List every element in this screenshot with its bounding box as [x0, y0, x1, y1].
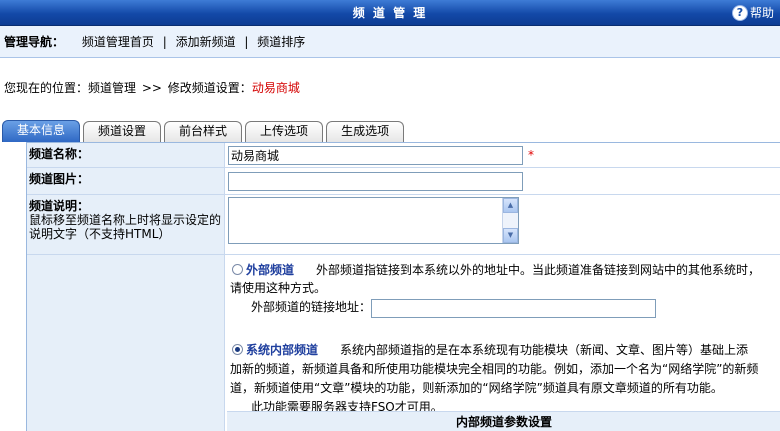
scroll-down-icon[interactable]: ▼ — [503, 228, 518, 243]
breadcrumb: 您现在的位置：频道管理 >> 修改频道设置：动易商城 — [4, 80, 300, 96]
nav-link-channel-home[interactable]: 频道管理首页 — [82, 35, 154, 49]
breadcrumb-channel-manage[interactable]: 频道管理 — [88, 81, 136, 95]
basic-info-form: 频道名称： * 频道图片： 频道说明： 鼠标移至频道名称上时将显示设定的 说明文… — [26, 142, 780, 431]
nav-link-add-channel[interactable]: 添加新频道 — [176, 35, 236, 49]
external-link-input[interactable] — [371, 299, 656, 318]
channel-image-cell — [226, 168, 780, 194]
nav-separator: | — [162, 35, 167, 49]
row-channel-name: 频道名称： * — [27, 143, 780, 168]
breadcrumb-arrow: >> — [141, 81, 162, 95]
internal-channel-title: 系统内部频道 — [246, 343, 319, 357]
channel-name-label: 频道名称： — [27, 143, 225, 167]
external-channel-desc-2: 请使用这种方式。 — [230, 281, 327, 295]
textarea-scrollbar[interactable]: ▲ ▼ — [502, 198, 518, 243]
tab-basic-info[interactable]: 基本信息 — [2, 120, 81, 142]
internal-channel-desc-2: 加新的频道，新频道具备和所使用功能模块完全相同的功能。例如，添加一个名为“网络学… — [230, 362, 759, 376]
channel-image-input[interactable] — [228, 172, 523, 191]
internal-channel-desc: 系统内部频道指的是在本系统现有功能模块（新闻、文章、图片等）基础上添 — [340, 343, 749, 357]
internal-option: 系统内部频道 系统内部频道指的是在本系统现有功能模块（新闻、文章、图片等）基础上添 — [232, 341, 780, 360]
tab-upload-options[interactable]: 上传选项 — [245, 121, 324, 142]
nav-link-channel-order[interactable]: 频道排序 — [257, 35, 305, 49]
nav-label: 管理导航： — [4, 35, 65, 49]
nav-separator: | — [244, 35, 249, 49]
channel-type-label-cell — [27, 255, 225, 431]
page-title: 频 道 管 理 — [352, 6, 428, 20]
internal-channel-desc-3: 道，新频道使用“文章”模块的功能，则新添加的“网络学院”频道具有原文章频道的所有… — [230, 381, 723, 395]
channel-desc-label: 频道说明： — [29, 199, 90, 213]
external-channel-radio[interactable] — [232, 264, 243, 275]
external-channel-desc: 外部频道指链接到本系统以外的地址中。当此频道准备链接到网站中的其他系统时， — [316, 263, 761, 277]
tab-generate-options[interactable]: 生成选项 — [326, 121, 405, 142]
channel-desc-cell: ▲ ▼ — [226, 195, 780, 254]
channel-desc-textarea[interactable]: ▲ ▼ — [228, 197, 519, 244]
tab-frontend-style[interactable]: 前台样式 — [164, 121, 243, 142]
question-circle-icon: ? — [732, 6, 747, 20]
channel-type-cell: 外部频道 外部频道指链接到本系统以外的地址中。当此频道准备链接到网站中的其他系统时… — [226, 255, 780, 431]
tab-channel-settings[interactable]: 频道设置 — [83, 121, 162, 142]
external-option: 外部频道 外部频道指链接到本系统以外的地址中。当此频道准备链接到网站中的其他系统时… — [232, 261, 780, 280]
channel-image-label: 频道图片： — [27, 168, 225, 194]
management-nav: 管理导航： 频道管理首页 | 添加新频道 | 频道排序 — [0, 26, 780, 58]
scroll-up-icon[interactable]: ▲ — [503, 198, 518, 213]
external-link-label: 外部频道的链接地址： — [251, 300, 372, 314]
channel-desc-hint: 鼠标移至频道名称上时将显示设定的 — [29, 213, 222, 227]
internal-params-header: 内部频道参数设置 — [227, 411, 780, 431]
row-channel-image: 频道图片： — [27, 168, 780, 195]
row-channel-desc: 频道说明： 鼠标移至频道名称上时将显示设定的 说明文字（不支持HTML） ▲ ▼ — [27, 195, 780, 255]
breadcrumb-prefix: 您现在的位置： — [4, 81, 89, 95]
channel-name-input[interactable] — [228, 146, 523, 165]
external-channel-title: 外部频道 — [246, 263, 295, 277]
help-button[interactable]: ? 帮助 — [732, 4, 774, 22]
channel-name-cell: * — [226, 143, 780, 167]
internal-channel-radio[interactable] — [232, 344, 243, 355]
required-mark: * — [528, 148, 534, 162]
breadcrumb-current: 动易商城 — [251, 81, 300, 95]
title-bar: 频 道 管 理 ? 帮助 — [0, 0, 780, 26]
tab-strip: 基本信息 频道设置 前台样式 上传选项 生成选项 — [2, 120, 407, 142]
channel-desc-hint: 说明文字（不支持HTML） — [29, 227, 171, 241]
breadcrumb-modify: 修改频道设置： — [167, 81, 252, 95]
row-channel-type: 外部频道 外部频道指链接到本系统以外的地址中。当此频道准备链接到网站中的其他系统时… — [27, 255, 780, 431]
help-label: 帮助 — [749, 6, 774, 20]
channel-desc-label-cell: 频道说明： 鼠标移至频道名称上时将显示设定的 说明文字（不支持HTML） — [27, 195, 225, 254]
